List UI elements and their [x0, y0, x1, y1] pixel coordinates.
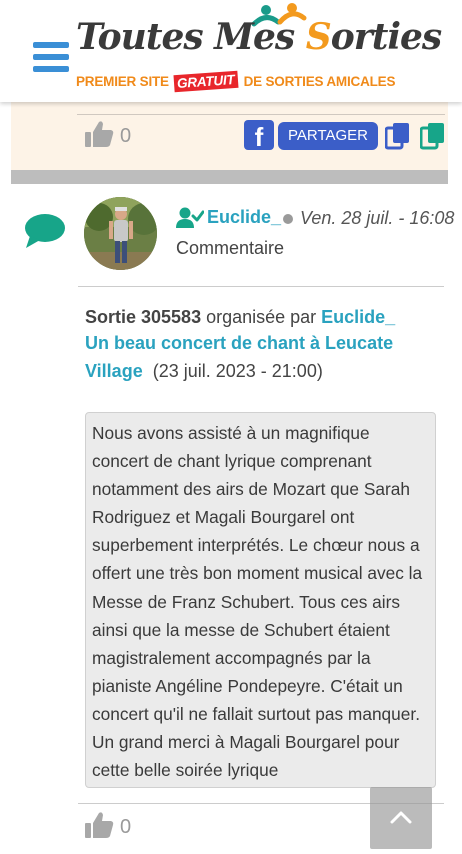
copy-icon[interactable] — [385, 122, 411, 150]
organized-by-text: organisée par — [201, 307, 322, 327]
thumbs-up-icon[interactable] — [84, 120, 114, 148]
comment-body: Nous avons assisté à un magnifique conce… — [85, 412, 436, 788]
chevron-up-icon — [390, 811, 412, 824]
user-check-icon — [176, 207, 204, 228]
share-button[interactable]: PARTAGER — [278, 122, 378, 150]
card-separator — [11, 170, 448, 184]
avatar-photo-icon — [84, 197, 157, 270]
like-count: 0 — [120, 816, 132, 838]
comment-date: Ven. 28 juil. - 16:08 — [300, 208, 455, 228]
avatar[interactable] — [84, 197, 157, 270]
sortie-id: Sortie 305583 — [85, 307, 202, 327]
event-date: (23 juil. 2023 - 21:00) — [152, 361, 323, 381]
site-logo[interactable]: Toutes Mes Sorties PREMIER SITE GRATUIT … — [76, 3, 442, 98]
chat-bubble-icon — [25, 214, 65, 248]
status-dot — [283, 214, 293, 224]
sortie-info: Sortie 305583 organisée par Euclide_ — [85, 303, 445, 331]
comment-text: Nous avons assisté à un magnifique conce… — [92, 423, 423, 781]
divider — [77, 114, 445, 115]
event-info: Un beau concert de chant à Leucate Villa… — [85, 329, 435, 385]
copy-icon[interactable] — [420, 122, 446, 150]
scroll-to-top-button[interactable] — [370, 787, 432, 849]
author-link[interactable]: Euclide_ — [207, 207, 281, 228]
gratuit-badge: GRATUIT — [173, 70, 239, 93]
previous-card-footer: 0 f PARTAGER — [11, 102, 448, 170]
comment-type-label: Commentaire — [176, 238, 285, 258]
organizer-link[interactable]: Euclide_ — [321, 307, 395, 327]
facebook-icon[interactable]: f — [244, 120, 274, 150]
site-header: Toutes Mes Sorties PREMIER SITE GRATUIT … — [0, 0, 462, 102]
logo-title: Toutes Mes Sorties — [76, 16, 442, 58]
hamburger-icon[interactable] — [33, 42, 69, 74]
thumbs-up-icon[interactable] — [84, 811, 114, 839]
like-count: 0 — [120, 125, 132, 147]
logo-tagline: PREMIER SITE GRATUIT DE SORTIES AMICALES — [76, 70, 396, 93]
divider — [78, 286, 444, 287]
